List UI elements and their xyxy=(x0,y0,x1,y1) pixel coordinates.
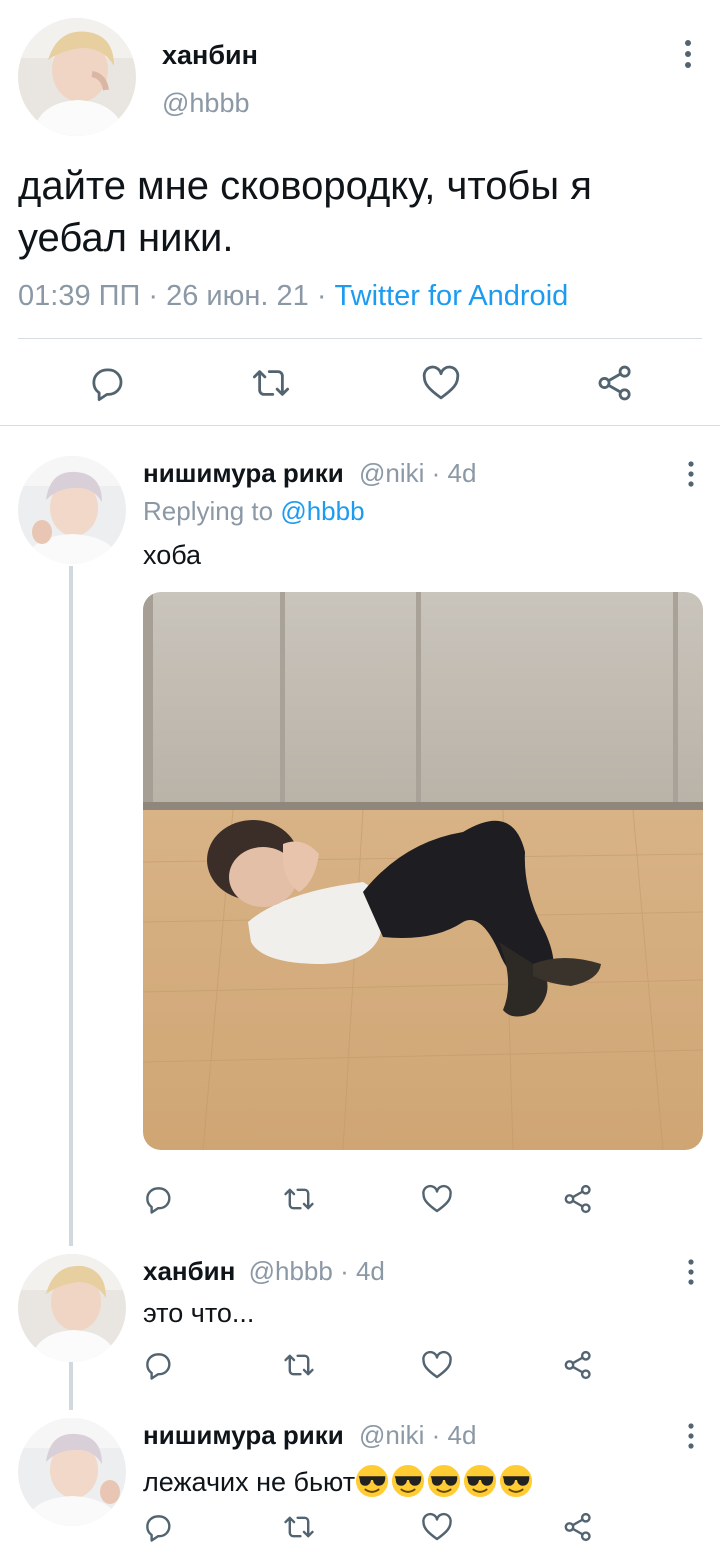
like-icon[interactable] xyxy=(420,1510,454,1544)
media-image[interactable] xyxy=(143,592,703,1150)
reply-tweet: ханбин @hbbb · 4d это что... xyxy=(0,1246,720,1410)
reply-header: нишимура рики @niki · 4d xyxy=(143,1420,476,1451)
tweet-text: дайте мне сковородку, чтобы я уебал ники… xyxy=(18,164,592,260)
main-tweet: ханбин @hbbb дайте мне сковородку, чтобы… xyxy=(0,0,720,426)
retweet-icon[interactable] xyxy=(282,1348,316,1382)
handle[interactable]: @hbbb xyxy=(162,88,249,119)
reply-icon[interactable] xyxy=(141,1348,175,1382)
smiling-face-with-sunglasses-icon xyxy=(500,1464,533,1498)
reply-text-line: лежачих не бьют xyxy=(143,1464,535,1498)
tweet-meta: 01:39 ПП · 26 июн. 21 · Twitter for Andr… xyxy=(18,280,568,313)
retweet-icon[interactable] xyxy=(282,1510,316,1544)
replying-to-link[interactable]: @hbbb xyxy=(280,496,364,526)
tweet-age: 4d xyxy=(447,1420,477,1450)
reply-tweet: нишимура рики @niki · 4d лежачих не бьют xyxy=(0,1410,720,1564)
reply-text: хоба xyxy=(143,540,202,570)
tweet-age: 4d xyxy=(355,1256,385,1286)
more-vertical-icon[interactable] xyxy=(680,460,702,488)
handle[interactable]: @hbbb xyxy=(249,1256,333,1286)
display-name[interactable]: нишимура рики xyxy=(143,458,344,488)
retweet-icon[interactable] xyxy=(282,1182,316,1216)
display-name[interactable]: нишимура рики xyxy=(143,1420,344,1450)
avatar[interactable] xyxy=(18,456,126,564)
tweet-date: 26 июн. 21 xyxy=(166,280,309,312)
reply-icon[interactable] xyxy=(141,1510,175,1544)
meta-separator: · xyxy=(316,280,335,312)
like-icon[interactable] xyxy=(420,1182,454,1216)
display-name[interactable]: ханбин xyxy=(162,40,258,71)
reply-text: это что... xyxy=(143,1298,255,1328)
emoji-row xyxy=(355,1464,535,1498)
share-icon[interactable] xyxy=(561,1348,595,1382)
avatar[interactable] xyxy=(18,1418,126,1526)
reply-header: нишимура рики @niki · 4d xyxy=(143,458,476,489)
more-vertical-icon[interactable] xyxy=(680,1422,702,1450)
more-vertical-icon[interactable] xyxy=(676,38,700,70)
tweet-age: 4d xyxy=(447,458,477,488)
reply-header: ханбин @hbbb · 4d xyxy=(143,1256,385,1287)
share-icon[interactable] xyxy=(561,1182,595,1216)
display-name[interactable]: ханбин xyxy=(143,1256,235,1286)
like-icon[interactable] xyxy=(420,1348,454,1382)
divider xyxy=(18,338,702,339)
meta-separator: · xyxy=(148,280,167,312)
handle[interactable]: @niki xyxy=(359,1420,424,1450)
header-separator: · xyxy=(431,458,448,488)
avatar[interactable] xyxy=(18,18,136,136)
reply-text: лежачих не бьют xyxy=(143,1467,356,1497)
reply-icon[interactable] xyxy=(141,1182,175,1216)
share-icon[interactable] xyxy=(561,1510,595,1544)
handle[interactable]: @niki xyxy=(359,458,424,488)
tweet-source[interactable]: Twitter for Android xyxy=(335,280,569,312)
header-separator: · xyxy=(431,1420,448,1450)
smiling-face-with-sunglasses-icon xyxy=(428,1464,461,1498)
share-icon[interactable] xyxy=(594,362,636,404)
replying-label: Replying to xyxy=(143,496,274,526)
reply-icon[interactable] xyxy=(86,362,128,404)
smiling-face-with-sunglasses-icon xyxy=(392,1464,425,1498)
retweet-icon[interactable] xyxy=(250,362,292,404)
more-vertical-icon[interactable] xyxy=(680,1258,702,1286)
like-icon[interactable] xyxy=(420,362,462,404)
smiling-face-with-sunglasses-icon xyxy=(464,1464,497,1498)
tweet-time: 01:39 ПП xyxy=(18,280,141,312)
avatar[interactable] xyxy=(18,1254,126,1362)
replying-to: Replying to @hbbb xyxy=(143,496,365,527)
header-separator: · xyxy=(340,1256,356,1286)
smiling-face-with-sunglasses-icon xyxy=(356,1464,389,1498)
